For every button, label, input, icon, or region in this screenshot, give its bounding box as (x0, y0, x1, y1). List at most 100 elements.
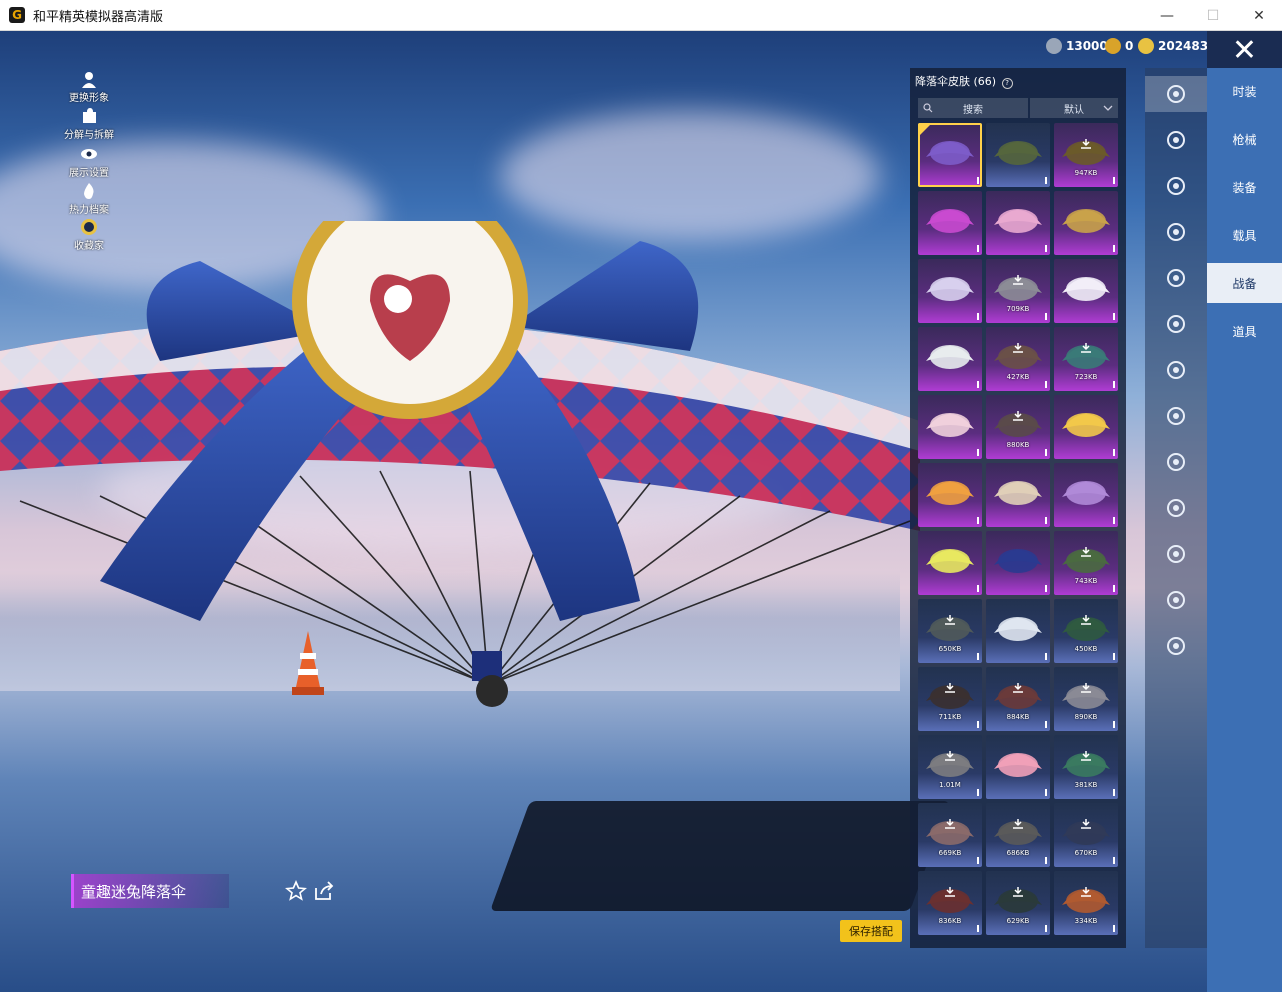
quality-bar (1113, 449, 1115, 456)
tool-change-avatar[interactable]: 更换形象 (58, 70, 120, 104)
skin-item[interactable] (986, 735, 1050, 799)
window-titlebar: G 和平精英模拟器高清版 — ☐ ✕ (0, 0, 1282, 31)
skin-item[interactable]: 723KB (1054, 327, 1118, 391)
skin-item[interactable] (986, 599, 1050, 663)
subcategory-icon-bar (1145, 68, 1207, 948)
maximize-button[interactable]: ☐ (1190, 0, 1236, 31)
bottle-icon[interactable] (1158, 490, 1194, 526)
skin-item[interactable]: 686KB (986, 803, 1050, 867)
category-tab[interactable]: 载具 (1207, 215, 1282, 255)
skin-item[interactable]: 880KB (986, 395, 1050, 459)
skin-item[interactable] (986, 531, 1050, 595)
skin-item[interactable] (918, 531, 982, 595)
skin-item[interactable]: 836KB (918, 871, 982, 935)
tool-disassemble[interactable]: 分解与拆解 (58, 107, 120, 141)
skin-size-label: 381KB (1074, 781, 1098, 789)
skin-item[interactable]: 427KB (986, 327, 1050, 391)
skin-item[interactable]: 450KB (1054, 599, 1118, 663)
category-tab[interactable]: 战备 (1207, 263, 1282, 303)
quality-bar (977, 721, 979, 728)
skin-item[interactable]: 890KB (1054, 667, 1118, 731)
tool-collector[interactable]: 收藏家 (58, 218, 120, 252)
quality-bar (977, 245, 979, 252)
skin-item[interactable] (918, 123, 982, 187)
download-icon (1013, 275, 1023, 285)
skin-item[interactable]: 334KB (1054, 871, 1118, 935)
skin-item[interactable]: 711KB (918, 667, 982, 731)
skin-item[interactable] (918, 259, 982, 323)
skin-item[interactable] (986, 123, 1050, 187)
skin-item[interactable]: 381KB (1054, 735, 1118, 799)
sparkle-icon[interactable] (1158, 582, 1194, 618)
flame-icon (84, 183, 94, 199)
quality-bar (1045, 313, 1047, 320)
skin-item[interactable] (918, 191, 982, 255)
skin-item[interactable] (1054, 463, 1118, 527)
skin-size-label: 709KB (1006, 305, 1030, 313)
speaker-icon[interactable] (1158, 352, 1194, 388)
plane-icon[interactable] (1158, 214, 1194, 250)
category-tab[interactable]: 枪械 (1207, 119, 1282, 159)
robot-icon[interactable] (1158, 306, 1194, 342)
search-icon (923, 103, 933, 113)
skin-item[interactable]: 670KB (1054, 803, 1118, 867)
helmet-icon[interactable] (1158, 122, 1194, 158)
quality-bar (1045, 517, 1047, 524)
selected-check-icon (918, 123, 932, 137)
sparkle-icon-glyph (1167, 591, 1185, 609)
tool-display-settings[interactable]: 展示设置 (58, 145, 120, 179)
sort-dropdown[interactable]: 默认 (1030, 98, 1118, 118)
category-tab[interactable]: 装备 (1207, 167, 1282, 207)
skin-item[interactable] (918, 327, 982, 391)
image-icon[interactable] (1158, 444, 1194, 480)
parachute-preview[interactable] (0, 221, 920, 761)
search-input[interactable]: 搜索 (918, 98, 1028, 118)
skin-item[interactable]: 629KB (986, 871, 1050, 935)
category-tab[interactable]: 时装 (1207, 71, 1282, 111)
skin-item[interactable] (986, 463, 1050, 527)
skin-item[interactable]: 709KB (986, 259, 1050, 323)
drone-icon[interactable] (1158, 168, 1194, 204)
minimize-button[interactable]: — (1144, 0, 1190, 31)
bottle-icon-glyph (1167, 499, 1185, 517)
help-icon[interactable]: ? (1001, 78, 1013, 89)
ufo-icon[interactable] (1158, 628, 1194, 664)
floor-shadow (489, 801, 951, 911)
close-button[interactable]: ✕ (1207, 31, 1282, 69)
quality-bar (977, 789, 979, 796)
skin-item[interactable]: 884KB (986, 667, 1050, 731)
glove-icon[interactable] (1158, 536, 1194, 572)
skin-item[interactable]: 650KB (918, 599, 982, 663)
tool-heat-archive[interactable]: 热力档案 (58, 182, 120, 216)
share-icon[interactable] (313, 880, 335, 902)
skin-item[interactable] (1054, 191, 1118, 255)
skin-item[interactable] (986, 191, 1050, 255)
skin-size-label: 947KB (1074, 169, 1098, 177)
box-icon[interactable] (1158, 398, 1194, 434)
currency-coupon: 202483 (1138, 38, 1208, 54)
save-outfit-button[interactable]: 保存搭配 (840, 920, 902, 942)
silver-coin-icon (1046, 38, 1062, 54)
skins-grid: 947KB 709KB 427KB 723KB 880KB 743KB 650KB 450KB… (918, 123, 1122, 935)
skin-item[interactable] (918, 395, 982, 459)
skin-item[interactable]: 1.01M (918, 735, 982, 799)
face-icon[interactable] (1158, 260, 1194, 296)
coupon-coin-icon (1138, 38, 1154, 54)
category-tab[interactable]: 道具 (1207, 311, 1282, 351)
parachute-thumbnail-icon (994, 209, 1042, 233)
window-close-button[interactable]: ✕ (1236, 0, 1282, 31)
parachute-tab-icon[interactable] (1145, 76, 1207, 112)
skin-size-label: 334KB (1074, 917, 1098, 925)
skin-item[interactable] (918, 463, 982, 527)
skin-item[interactable]: 669KB (918, 803, 982, 867)
skin-item[interactable] (1054, 259, 1118, 323)
skin-item[interactable]: 947KB (1054, 123, 1118, 187)
parachute-thumbnail-icon (1062, 413, 1110, 437)
skin-size-label: 880KB (1006, 441, 1030, 449)
person-icon (82, 72, 96, 88)
favorite-star-icon[interactable] (285, 880, 307, 902)
skin-item[interactable] (1054, 395, 1118, 459)
skin-item[interactable]: 743KB (1054, 531, 1118, 595)
parachute-thumbnail-icon (926, 209, 974, 233)
quality-bar (1113, 721, 1115, 728)
